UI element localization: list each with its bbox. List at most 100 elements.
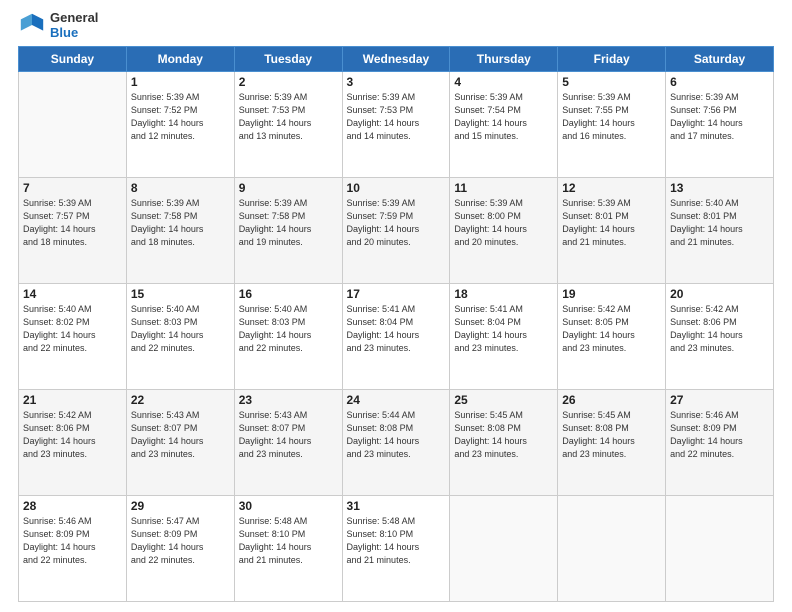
- day-number: 9: [239, 181, 338, 195]
- day-number: 13: [670, 181, 769, 195]
- calendar-cell: 25Sunrise: 5:45 AM Sunset: 8:08 PM Dayli…: [450, 390, 558, 496]
- calendar-cell: 23Sunrise: 5:43 AM Sunset: 8:07 PM Dayli…: [234, 390, 342, 496]
- calendar-cell: 30Sunrise: 5:48 AM Sunset: 8:10 PM Dayli…: [234, 496, 342, 602]
- day-detail: Sunrise: 5:48 AM Sunset: 8:10 PM Dayligh…: [347, 515, 446, 567]
- calendar-cell: [666, 496, 774, 602]
- day-number: 25: [454, 393, 553, 407]
- calendar-table: SundayMondayTuesdayWednesdayThursdayFrid…: [18, 46, 774, 602]
- day-number: 22: [131, 393, 230, 407]
- day-number: 2: [239, 75, 338, 89]
- day-detail: Sunrise: 5:48 AM Sunset: 8:10 PM Dayligh…: [239, 515, 338, 567]
- calendar-cell: 17 Sunrise: 5:41 AM Sunset: 8:04 PM Dayli…: [342, 284, 450, 390]
- day-number: 17: [347, 287, 446, 301]
- day-number: 15: [131, 287, 230, 301]
- calendar-cell: 28 Sunrise: 5:46 AM Sunset: 8:09 PM Dayli…: [19, 496, 127, 602]
- day-detail: Sunrise: 5:42 AM Sunset: 8:05 PM Dayligh…: [562, 303, 661, 355]
- day-detail: Sunrise: 5:40 AM Sunset: 8:02 PM Dayligh…: [23, 303, 122, 355]
- calendar-week-row: 1 Sunrise: 5:39 AM Sunset: 7:52 PM Daylig…: [19, 72, 774, 178]
- day-detail: Sunrise: 5:39 AM Sunset: 8:01 PM Dayligh…: [562, 197, 661, 249]
- header: General Blue: [18, 10, 774, 40]
- calendar-cell: 6Sunrise: 5:39 AM Sunset: 7:56 PM Daylig…: [666, 72, 774, 178]
- day-detail: Sunrise: 5:39 AM Sunset: 7:59 PM Dayligh…: [347, 197, 446, 249]
- day-header-thursday: Thursday: [450, 47, 558, 72]
- calendar-cell: 11Sunrise: 5:39 AM Sunset: 8:00 PM Dayli…: [450, 178, 558, 284]
- calendar-cell: 20 Sunrise: 5:42 AM Sunset: 8:06 PM Dayli…: [666, 284, 774, 390]
- day-detail: Sunrise: 5:44 AM Sunset: 8:08 PM Dayligh…: [347, 409, 446, 461]
- day-detail: Sunrise: 5:39 AM Sunset: 8:00 PM Dayligh…: [454, 197, 553, 249]
- calendar-cell: 13 Sunrise: 5:40 AM Sunset: 8:01 PM Dayli…: [666, 178, 774, 284]
- calendar-cell: 7 Sunrise: 5:39 AM Sunset: 7:57 PM Daylig…: [19, 178, 127, 284]
- day-number: 3: [347, 75, 446, 89]
- calendar-cell: 9 Sunrise: 5:39 AM Sunset: 7:58 PM Daylig…: [234, 178, 342, 284]
- day-detail: Sunrise: 5:39 AM Sunset: 7:57 PM Dayligh…: [23, 197, 122, 249]
- day-number: 24: [347, 393, 446, 407]
- calendar-cell: 12 Sunrise: 5:39 AM Sunset: 8:01 PM Dayli…: [558, 178, 666, 284]
- calendar-cell: 3 Sunrise: 5:39 AM Sunset: 7:53 PM Daylig…: [342, 72, 450, 178]
- day-detail: Sunrise: 5:40 AM Sunset: 8:03 PM Dayligh…: [131, 303, 230, 355]
- day-number: 18: [454, 287, 553, 301]
- day-number: 29: [131, 499, 230, 513]
- day-detail: Sunrise: 5:39 AM Sunset: 7:52 PM Dayligh…: [131, 91, 230, 143]
- calendar-cell: 1 Sunrise: 5:39 AM Sunset: 7:52 PM Daylig…: [126, 72, 234, 178]
- day-number: 4: [454, 75, 553, 89]
- calendar-cell: 2 Sunrise: 5:39 AM Sunset: 7:53 PM Daylig…: [234, 72, 342, 178]
- day-header-sunday: Sunday: [19, 47, 127, 72]
- calendar-cell: 18Sunrise: 5:41 AM Sunset: 8:04 PM Dayli…: [450, 284, 558, 390]
- day-detail: Sunrise: 5:39 AM Sunset: 7:58 PM Dayligh…: [131, 197, 230, 249]
- day-number: 16: [239, 287, 338, 301]
- day-detail: Sunrise: 5:42 AM Sunset: 8:06 PM Dayligh…: [23, 409, 122, 461]
- calendar-week-row: 28 Sunrise: 5:46 AM Sunset: 8:09 PM Dayli…: [19, 496, 774, 602]
- day-number: 19: [562, 287, 661, 301]
- day-detail: Sunrise: 5:46 AM Sunset: 8:09 PM Dayligh…: [23, 515, 122, 567]
- day-number: 5: [562, 75, 661, 89]
- day-detail: Sunrise: 5:45 AM Sunset: 8:08 PM Dayligh…: [562, 409, 661, 461]
- day-number: 31: [347, 499, 446, 513]
- day-number: 6: [670, 75, 769, 89]
- day-number: 8: [131, 181, 230, 195]
- calendar-cell: 8 Sunrise: 5:39 AM Sunset: 7:58 PM Daylig…: [126, 178, 234, 284]
- day-number: 28: [23, 499, 122, 513]
- day-detail: Sunrise: 5:47 AM Sunset: 8:09 PM Dayligh…: [131, 515, 230, 567]
- day-detail: Sunrise: 5:39 AM Sunset: 7:54 PM Dayligh…: [454, 91, 553, 143]
- calendar-week-row: 14 Sunrise: 5:40 AM Sunset: 8:02 PM Dayli…: [19, 284, 774, 390]
- day-header-monday: Monday: [126, 47, 234, 72]
- logo: General Blue: [18, 10, 98, 40]
- calendar-cell: 29 Sunrise: 5:47 AM Sunset: 8:09 PM Dayli…: [126, 496, 234, 602]
- calendar-cell: 14 Sunrise: 5:40 AM Sunset: 8:02 PM Dayli…: [19, 284, 127, 390]
- calendar-cell: [450, 496, 558, 602]
- day-header-wednesday: Wednesday: [342, 47, 450, 72]
- calendar-cell: 26 Sunrise: 5:45 AM Sunset: 8:08 PM Dayli…: [558, 390, 666, 496]
- day-number: 23: [239, 393, 338, 407]
- day-detail: Sunrise: 5:42 AM Sunset: 8:06 PM Dayligh…: [670, 303, 769, 355]
- day-number: 27: [670, 393, 769, 407]
- day-detail: Sunrise: 5:39 AM Sunset: 7:53 PM Dayligh…: [347, 91, 446, 143]
- day-header-friday: Friday: [558, 47, 666, 72]
- day-number: 1: [131, 75, 230, 89]
- day-header-saturday: Saturday: [666, 47, 774, 72]
- day-number: 21: [23, 393, 122, 407]
- calendar-cell: 21 Sunrise: 5:42 AM Sunset: 8:06 PM Dayli…: [19, 390, 127, 496]
- calendar-cell: 10 Sunrise: 5:39 AM Sunset: 7:59 PM Dayli…: [342, 178, 450, 284]
- calendar-cell: 16Sunrise: 5:40 AM Sunset: 8:03 PM Dayli…: [234, 284, 342, 390]
- day-detail: Sunrise: 5:40 AM Sunset: 8:01 PM Dayligh…: [670, 197, 769, 249]
- day-number: 20: [670, 287, 769, 301]
- calendar-cell: [558, 496, 666, 602]
- day-number: 26: [562, 393, 661, 407]
- day-header-tuesday: Tuesday: [234, 47, 342, 72]
- page: General Blue SundayMondayTuesdayWednesda…: [0, 0, 792, 612]
- day-detail: Sunrise: 5:41 AM Sunset: 8:04 PM Dayligh…: [347, 303, 446, 355]
- day-detail: Sunrise: 5:43 AM Sunset: 8:07 PM Dayligh…: [131, 409, 230, 461]
- day-number: 12: [562, 181, 661, 195]
- calendar-header-row: SundayMondayTuesdayWednesdayThursdayFrid…: [19, 47, 774, 72]
- day-detail: Sunrise: 5:39 AM Sunset: 7:55 PM Dayligh…: [562, 91, 661, 143]
- day-number: 10: [347, 181, 446, 195]
- day-detail: Sunrise: 5:39 AM Sunset: 7:58 PM Dayligh…: [239, 197, 338, 249]
- calendar-cell: 5 Sunrise: 5:39 AM Sunset: 7:55 PM Daylig…: [558, 72, 666, 178]
- day-number: 14: [23, 287, 122, 301]
- day-detail: Sunrise: 5:46 AM Sunset: 8:09 PM Dayligh…: [670, 409, 769, 461]
- calendar-week-row: 7 Sunrise: 5:39 AM Sunset: 7:57 PM Daylig…: [19, 178, 774, 284]
- day-number: 7: [23, 181, 122, 195]
- day-detail: Sunrise: 5:39 AM Sunset: 7:53 PM Dayligh…: [239, 91, 338, 143]
- calendar-cell: 4 Sunrise: 5:39 AM Sunset: 7:54 PM Daylig…: [450, 72, 558, 178]
- calendar-cell: 27 Sunrise: 5:46 AM Sunset: 8:09 PM Dayli…: [666, 390, 774, 496]
